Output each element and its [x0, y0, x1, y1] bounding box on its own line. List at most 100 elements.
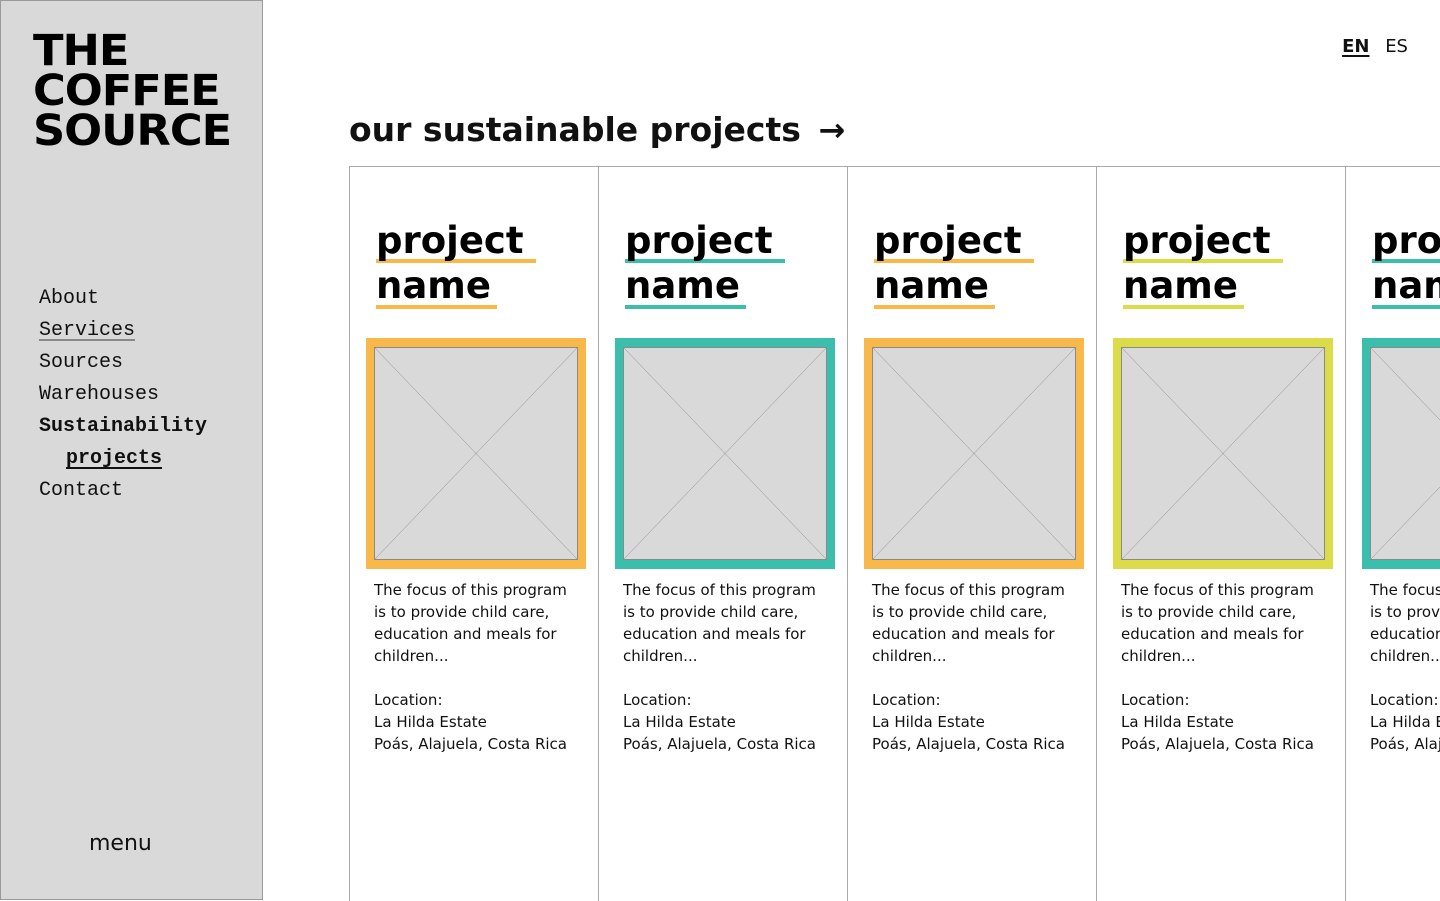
description-line-4: children... [1370, 647, 1440, 665]
description-line-2: is to provide child care, [1121, 603, 1297, 621]
description-line-1: The focus of this program [1121, 581, 1314, 599]
lang-es-button[interactable]: ES [1385, 36, 1408, 57]
nav-item-warehouses[interactable]: Warehouses [39, 383, 207, 415]
nav-item-sources[interactable]: Sources [39, 351, 207, 383]
location-line-1: La Hilda Estate [1121, 713, 1234, 731]
image-placeholder [1121, 347, 1325, 560]
project-card[interactable]: project name The focus of this program i… [848, 167, 1097, 901]
nav-link-contact[interactable]: Contact [39, 479, 123, 502]
project-name[interactable]: project name [1372, 222, 1440, 309]
location-label: Location: [374, 691, 443, 709]
location-label: Location: [623, 691, 692, 709]
project-name[interactable]: project name [625, 222, 785, 309]
project-name[interactable]: project name [1123, 222, 1283, 309]
description-line-1: The focus of this program [872, 581, 1065, 599]
arrow-right-icon[interactable]: → [818, 111, 845, 149]
project-description: The focus of this program is to provide … [623, 579, 838, 755]
location-label: Location: [872, 691, 941, 709]
project-card[interactable]: project name The focus of this program i… [350, 167, 599, 901]
description-line-2: is to provide child care, [374, 603, 550, 621]
nav-subitem-projects[interactable]: projects [39, 447, 207, 479]
description-line-3: education and meals for [374, 625, 557, 643]
projects-strip: project name The focus of this program i… [349, 166, 1440, 901]
project-name-line-2: name [1372, 267, 1440, 309]
project-name-line-2: name [625, 267, 746, 309]
image-placeholder [872, 347, 1076, 560]
location-line-1: La Hilda Estate [374, 713, 487, 731]
project-card[interactable]: project name The focus of this program i… [1097, 167, 1346, 901]
page-title-text: our sustainable projects [349, 110, 801, 149]
nav-link-about[interactable]: About [39, 287, 99, 310]
description-line-2: is to provide child care, [872, 603, 1048, 621]
project-card[interactable]: project name The focus of this program i… [599, 167, 848, 901]
lang-en-button[interactable]: EN [1342, 36, 1369, 57]
project-description: The focus of this program is to provide … [374, 579, 589, 755]
description-line-3: education and meals for [623, 625, 806, 643]
project-name-line-1: project [376, 222, 536, 263]
project-description: The focus of this program is to provide … [1370, 579, 1440, 755]
project-name[interactable]: project name [376, 222, 536, 309]
nav-item-contact[interactable]: Contact [39, 479, 207, 511]
location-label: Location: [1121, 691, 1190, 709]
location-line-1: La Hilda Estate [623, 713, 736, 731]
project-name-line-1: project [874, 222, 1034, 263]
description-line-2: is to provide child care, [623, 603, 799, 621]
project-image-frame[interactable] [366, 338, 586, 569]
description-line-4: children... [374, 647, 449, 665]
project-image-frame[interactable] [615, 338, 835, 569]
image-placeholder [1370, 347, 1440, 560]
project-name-line-2: name [874, 267, 995, 309]
brand-line-2: COFFEE [33, 66, 221, 116]
image-placeholder-icon [375, 348, 577, 559]
nav-item-services[interactable]: Services [39, 319, 207, 351]
description-line-1: The focus of this program [1370, 581, 1440, 599]
brand-logo[interactable]: THE COFFEE SOURCE [33, 26, 232, 156]
project-image-frame[interactable] [1113, 338, 1333, 569]
project-name[interactable]: project name [874, 222, 1034, 309]
brand-line-1: THE [33, 26, 129, 76]
nav-link-projects[interactable]: projects [66, 447, 162, 470]
description-line-2: is to provide child care, [1370, 603, 1440, 621]
image-placeholder-icon [873, 348, 1075, 559]
location-line-2: Poás, Alajuela, Costa Rica [623, 735, 816, 753]
description-line-4: children... [872, 647, 947, 665]
project-name-line-1: project [1123, 222, 1283, 263]
description-line-3: education and meals for [1370, 625, 1440, 643]
nav-link-sources[interactable]: Sources [39, 351, 123, 374]
description-line-4: children... [623, 647, 698, 665]
sidebar-nav: About Services Sources Warehouses Sustai… [39, 287, 207, 511]
location-line-2: Poás, Alajuela, Costa Rica [1370, 735, 1440, 753]
location-label: Location: [1370, 691, 1439, 709]
project-image-frame[interactable] [1362, 338, 1440, 569]
sidebar: THE COFFEE SOURCE About Services Sources… [0, 0, 263, 900]
project-name-line-1: project [625, 222, 785, 263]
nav-link-warehouses[interactable]: Warehouses [39, 383, 159, 406]
project-description: The focus of this program is to provide … [872, 579, 1087, 755]
brand-line-3: SOURCE [33, 106, 232, 156]
description-line-3: education and meals for [1121, 625, 1304, 643]
image-placeholder-icon [624, 348, 826, 559]
language-switcher: EN ES [1332, 36, 1408, 57]
project-name-line-1: project [1372, 222, 1440, 263]
image-placeholder-icon [1122, 348, 1324, 559]
location-line-1: La Hilda Estate [872, 713, 985, 731]
nav-link-services[interactable]: Services [39, 319, 135, 342]
page-title: our sustainable projects → [349, 110, 845, 149]
description-line-3: education and meals for [872, 625, 1055, 643]
description-line-1: The focus of this program [623, 581, 816, 599]
location-line-2: Poás, Alajuela, Costa Rica [1121, 735, 1314, 753]
project-card[interactable]: project name The focus of this program i… [1346, 167, 1440, 901]
nav-link-sustainability[interactable]: Sustainability [39, 415, 207, 438]
project-name-line-2: name [376, 267, 497, 309]
menu-button[interactable]: menu [89, 831, 152, 856]
description-line-1: The focus of this program [374, 581, 567, 599]
project-description: The focus of this program is to provide … [1121, 579, 1336, 755]
nav-item-about[interactable]: About [39, 287, 207, 319]
project-image-frame[interactable] [864, 338, 1084, 569]
description-line-4: children... [1121, 647, 1196, 665]
image-placeholder-icon [1371, 348, 1440, 559]
location-line-2: Poás, Alajuela, Costa Rica [374, 735, 567, 753]
image-placeholder [374, 347, 578, 560]
location-line-1: La Hilda Estate [1370, 713, 1440, 731]
nav-item-sustainability[interactable]: Sustainability [39, 415, 207, 447]
